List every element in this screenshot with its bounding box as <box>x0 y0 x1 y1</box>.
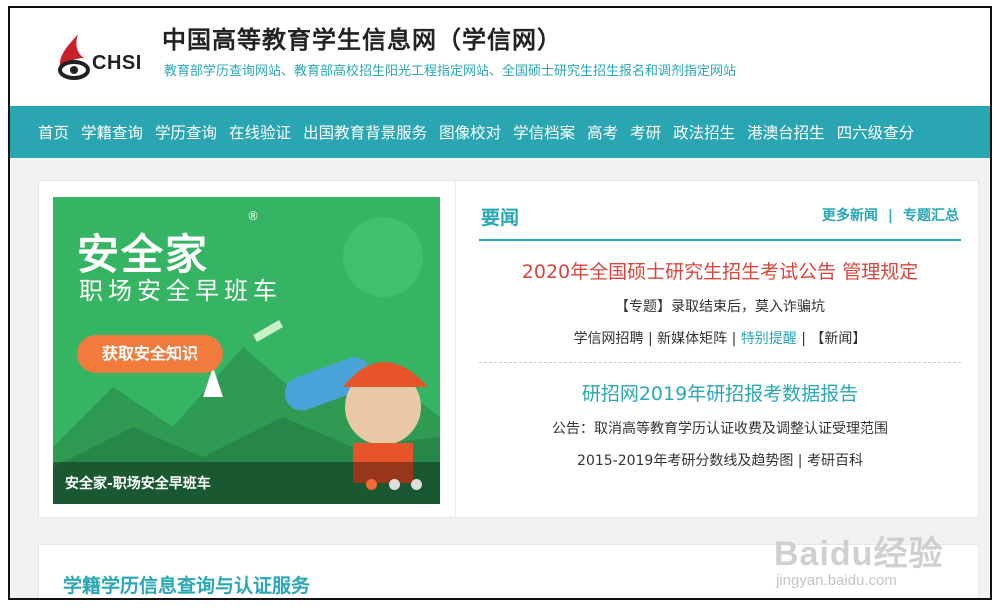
carousel-dot-active[interactable] <box>366 479 377 490</box>
vertical-divider <box>455 181 456 519</box>
nav-item-online-verify[interactable]: 在线验证 <box>229 121 291 143</box>
section-title: 学籍学历信息查询与认证服务 <box>63 575 311 597</box>
carousel-dot[interactable] <box>411 479 422 490</box>
special-reminder-link[interactable]: 特别提醒 <box>741 331 797 347</box>
more-news-link[interactable]: 更多新闻 <box>822 208 878 224</box>
dashed-divider <box>479 362 961 363</box>
headline-kaoyan-announcement[interactable]: 2020年全国硕士研究生招生考试公告 管理规定 <box>479 257 961 284</box>
browser-frame: CHSI 中国高等教育学生信息网（学信网） 教育部学历查询网站、教育部高校招生阳… <box>8 6 992 600</box>
headline-yanzhao-report[interactable]: 研招网2019年研招报考数据报告 <box>479 379 961 406</box>
main-nav: 首页 学籍查询 学历查询 在线验证 出国教育背景服务 图像校对 学信档案 高考 … <box>10 106 990 158</box>
banner-caption: 安全家-职场安全早班车 <box>65 476 211 492</box>
baidu-watermark: Baidu经验 jingyan.baidu.com <box>770 516 990 598</box>
nav-item-photo-check[interactable]: 图像校对 <box>439 121 501 143</box>
nav-item-hk-macau-tw[interactable]: 港澳台招生 <box>747 121 825 143</box>
site-header: CHSI 中国高等教育学生信息网（学信网） 教育部学历查询网站、教育部高校招生阳… <box>10 8 990 106</box>
nav-item-cet-score[interactable]: 四六级查分 <box>837 121 915 143</box>
link-separator: | <box>887 208 893 224</box>
watermark-main: Baidu经验 <box>774 535 944 573</box>
nav-item-kaoyan[interactable]: 考研 <box>630 121 661 143</box>
registered-mark: ® <box>247 209 259 223</box>
banner-slogan: 职场安全早班车 <box>79 277 282 305</box>
nav-item-enrollment-query[interactable]: 学籍查询 <box>81 121 143 143</box>
nav-item-gaokao[interactable]: 高考 <box>587 121 618 143</box>
news-line-links: 学信网招聘 | 新媒体矩阵 | 特别提醒 | 【新闻】 <box>479 328 961 348</box>
site-subtitle: 教育部学历查询网站、教育部高校招生阳光工程指定网站、全国硕士研究生招生报名和调剂… <box>164 64 737 79</box>
nav-item-degree-query[interactable]: 学历查询 <box>155 121 217 143</box>
news-header: 要闻 更多新闻 | 专题汇总 <box>479 197 961 241</box>
news-line-topic[interactable]: 【专题】录取结束后，莫入诈骗坑 <box>479 296 961 316</box>
nav-item-archive[interactable]: 学信档案 <box>513 121 575 143</box>
nav-item-law-admission[interactable]: 政法招生 <box>673 121 735 143</box>
chsi-logo[interactable]: CHSI <box>48 24 158 84</box>
news-links-b[interactable]: | 【新闻】 <box>797 331 866 347</box>
site-title: 中国高等教育学生信息网（学信网） <box>162 26 562 54</box>
news-links: 更多新闻 | 专题汇总 <box>822 205 959 225</box>
banner-caption-bar: 安全家-职场安全早班车 <box>53 462 440 504</box>
news-line-announcement[interactable]: 公告：取消高等教育学历认证收费及调整认证受理范围 <box>479 418 961 438</box>
nav-item-home[interactable]: 首页 <box>38 121 69 143</box>
promo-banner[interactable]: 安全家 ® 职场安全早班车 获取安全知识 安全家-职场安全早班车 <box>53 197 440 504</box>
news-title: 要闻 <box>481 207 520 229</box>
news-links-a[interactable]: 学信网招聘 | 新媒体矩阵 | <box>574 331 741 347</box>
carousel-dot[interactable] <box>389 479 400 490</box>
watermark-url: jingyan.baidu.com <box>776 572 897 589</box>
topics-link[interactable]: 专题汇总 <box>903 208 959 224</box>
news-line-scores[interactable]: 2015-2019年考研分数线及趋势图 | 考研百科 <box>479 450 961 470</box>
top-panel: 安全家 ® 职场安全早班车 获取安全知识 安全家-职场安全早班车 要闻 更多新闻… <box>38 180 979 519</box>
nav-item-overseas-service[interactable]: 出国教育背景服务 <box>303 121 427 143</box>
logo-text: CHSI <box>92 52 142 74</box>
get-safety-knowledge-button[interactable]: 获取安全知识 <box>77 335 223 373</box>
news-section: 要闻 更多新闻 | 专题汇总 2020年全国硕士研究生招生考试公告 管理规定 【专题… <box>479 197 961 470</box>
